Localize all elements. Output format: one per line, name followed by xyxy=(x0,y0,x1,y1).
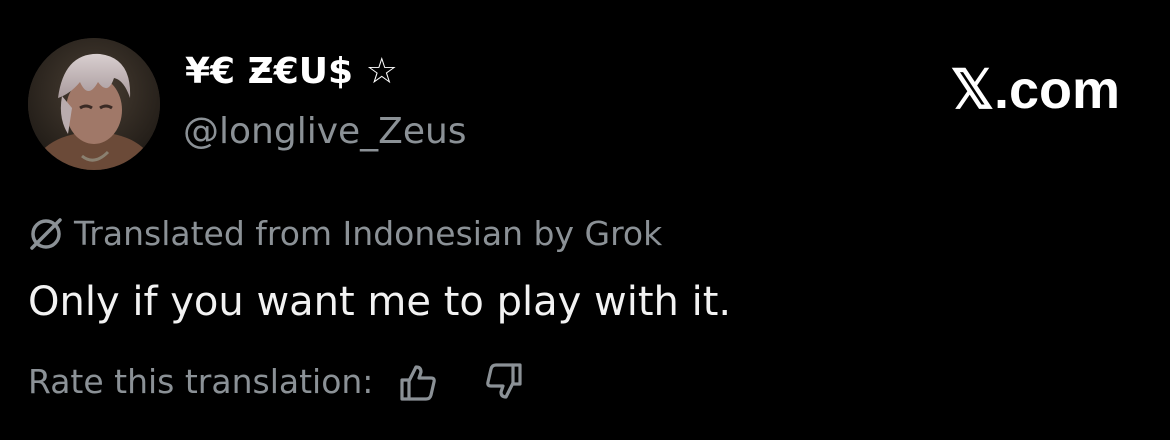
user-handle[interactable]: @longlive_Zeus xyxy=(183,110,467,154)
x-logo-brand: 𝕏.com xyxy=(950,60,1120,120)
display-name[interactable]: ¥€ Ƶ€U$ ☆ xyxy=(185,50,398,94)
thumbs-down-icon xyxy=(486,363,523,399)
grok-slash-icon xyxy=(28,216,64,252)
thumbs-up-icon xyxy=(400,365,437,401)
thumbs-up-button[interactable] xyxy=(395,359,441,405)
tweet-text: Only if you want me to play with it. xyxy=(28,279,732,325)
rate-translation-label: Rate this translation: xyxy=(28,362,374,401)
avatar[interactable] xyxy=(28,38,160,170)
thumbs-down-button[interactable] xyxy=(481,359,527,405)
avatar-image xyxy=(28,38,160,170)
rate-translation-row: Rate this translation: xyxy=(28,358,527,406)
translation-notice: Translated from Indonesian by Grok xyxy=(28,212,662,256)
translation-notice-text: Translated from Indonesian by Grok xyxy=(74,214,663,253)
